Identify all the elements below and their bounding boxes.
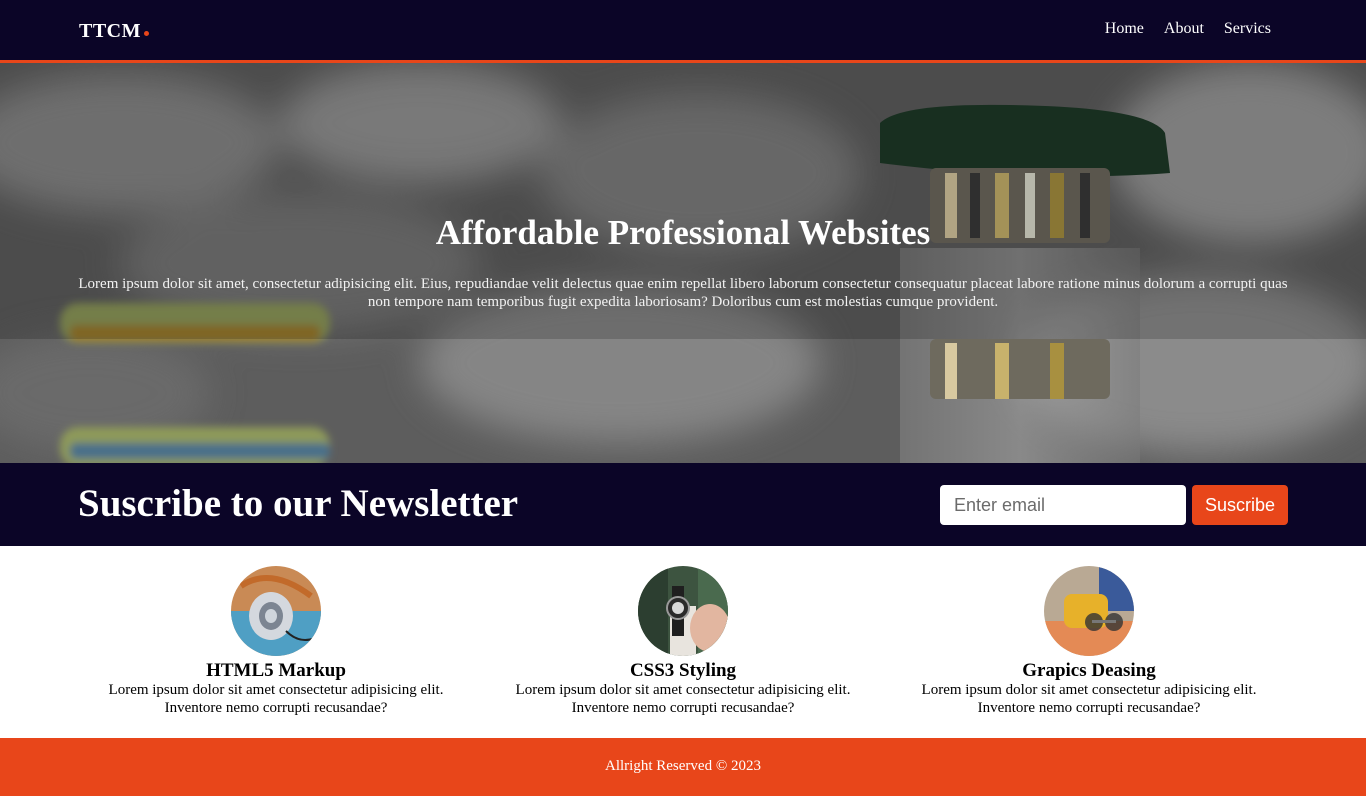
site-header: TTCM Home About Servics [0,0,1366,63]
sunglasses-image [1044,566,1134,656]
headphones-image [231,566,321,656]
main-nav: Home About Servics [1105,20,1271,38]
newsletter-section: Suscribe to our Newsletter Suscribe [0,463,1366,546]
nav-about[interactable]: About [1164,20,1204,38]
wristwatch-image [638,566,728,656]
hero-description: Lorem ipsum dolor sit amet, consectetur … [78,276,1288,310]
feature-text: Lorem ipsum dolor sit amet consectetur a… [921,682,1257,716]
feature-html5: HTML5 Markup Lorem ipsum dolor sit amet … [86,566,466,717]
footer-copyright: Allright Reserved © 2023 [605,758,761,774]
newsletter-title: Suscribe to our Newsletter [78,482,519,525]
feature-css3: CSS3 Styling Lorem ipsum dolor sit amet … [493,566,873,717]
nav-services[interactable]: Servics [1224,20,1271,38]
feature-text: Lorem ipsum dolor sit amet consectetur a… [515,682,851,716]
site-footer: Allright Reserved © 2023 [0,738,1366,796]
logo[interactable]: TTCM [79,20,149,43]
logo-dot [144,31,149,36]
feature-graphics: Grapics Deasing Lorem ipsum dolor sit am… [899,566,1279,717]
hero-title: Affordable Professional Websites [435,213,931,252]
hero-section: Affordable Professional Websites Lorem i… [0,63,1366,463]
feature-title: CSS3 Styling [629,660,737,681]
subscribe-button[interactable]: Suscribe [1192,485,1288,525]
nav-home[interactable]: Home [1105,20,1144,38]
feature-title: Grapics Deasing [1022,660,1156,681]
feature-text: Lorem ipsum dolor sit amet consectetur a… [108,682,444,716]
logo-text: TTCM [79,20,141,42]
email-input[interactable] [940,485,1186,525]
features-section: HTML5 Markup Lorem ipsum dolor sit amet … [0,546,1366,738]
feature-title: HTML5 Markup [206,660,346,681]
